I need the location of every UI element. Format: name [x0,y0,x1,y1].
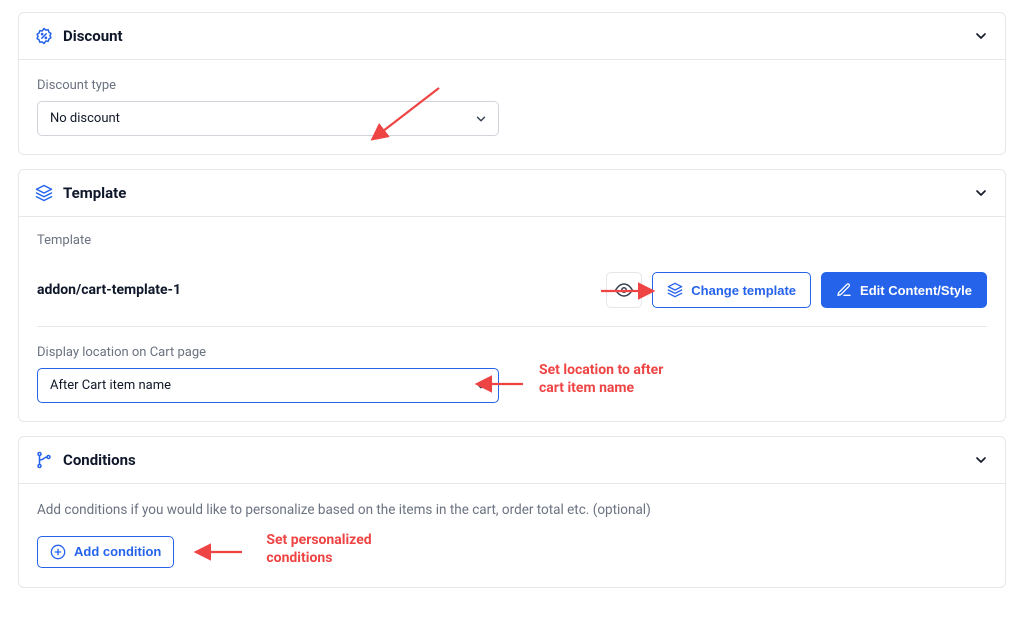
display-location-value: After Cart item name [50,378,171,393]
discount-title: Discount [63,27,123,45]
eye-icon [615,281,633,299]
discount-body: Discount type No discount [19,59,1005,154]
display-location-flex: After Cart item name Set location to aft… [37,368,987,403]
conditions-body: Add conditions if you would like to pers… [19,483,1005,587]
template-section: Template Template addon/cart-template-1 [18,169,1006,422]
edit-content-style-button[interactable]: Edit Content/Style [821,272,987,308]
discount-type-label: Discount type [37,78,987,93]
annotation-arrow-conditions [192,542,248,562]
add-condition-button[interactable]: Add condition [37,536,174,568]
add-condition-label: Add condition [74,544,161,559]
template-actions: Change template Edit Content/Style [606,272,987,308]
layers-icon [667,282,683,298]
discount-section: Discount Discount type No discount [18,12,1006,155]
change-template-label: Change template [691,283,796,298]
template-header[interactable]: Template [19,170,1005,216]
conditions-header-left: Conditions [35,451,136,469]
display-location-label: Display location on Cart page [37,345,987,360]
conditions-action-row: Add condition Set personalized condition… [37,534,987,569]
discount-type-value: No discount [50,111,120,126]
conditions-section: Conditions Add conditions if you would l… [18,436,1006,588]
chevron-down-icon [973,185,989,201]
template-row: addon/cart-template-1 [37,256,987,327]
chevron-down-icon [474,112,488,126]
annotation-location-note: Set location to after cart item name [539,362,663,397]
chevron-down-icon [973,28,989,44]
template-label: Template [37,233,987,248]
conditions-title: Conditions [63,451,136,469]
plus-circle-icon [50,544,66,560]
display-location-select[interactable]: After Cart item name [37,368,499,403]
annotation-conditions-note: Set personalized conditions [266,532,371,567]
template-title: Template [63,184,126,202]
conditions-description: Add conditions if you would like to pers… [37,502,987,518]
display-location-row: Display location on Cart page After Cart… [37,345,987,403]
change-template-button[interactable]: Change template [652,272,811,308]
conditions-header[interactable]: Conditions [19,437,1005,483]
chevron-down-icon [474,379,488,393]
template-header-left: Template [35,184,126,202]
discount-header-left: Discount [35,27,123,45]
pencil-icon [836,282,852,298]
badge-discount-icon [35,27,53,45]
edit-content-style-label: Edit Content/Style [860,283,972,298]
template-body: Template addon/cart-template-1 [19,216,1005,421]
layers-icon [35,184,53,202]
discount-header[interactable]: Discount [19,13,1005,59]
preview-button[interactable] [606,272,642,308]
branch-icon [35,451,53,469]
discount-type-select[interactable]: No discount [37,101,499,136]
template-name: addon/cart-template-1 [37,282,181,298]
chevron-down-icon [973,452,989,468]
